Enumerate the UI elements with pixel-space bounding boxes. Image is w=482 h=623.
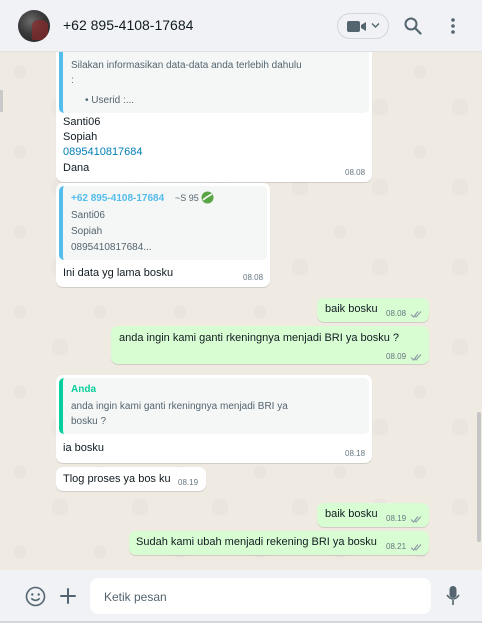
- read-ticks-icon: [410, 311, 422, 318]
- video-call-button[interactable]: [337, 13, 389, 39]
- quoted-message[interactable]: Anda anda ingin kami ganti rkeningnya me…: [59, 378, 369, 434]
- message-time: 08.21: [386, 542, 407, 551]
- sticker-icon: [201, 191, 214, 204]
- outgoing-message[interactable]: baik bosku 08.08: [317, 298, 429, 322]
- scroll-marker: [0, 90, 3, 112]
- contact-name[interactable]: +62 895-4108-17684: [63, 17, 193, 33]
- message-time: 08.08: [386, 309, 407, 318]
- message-time: 08.08: [243, 273, 264, 282]
- message-text: ia bosku: [63, 442, 104, 454]
- chevron-down-icon: [371, 23, 380, 28]
- message-time: 08.19: [386, 514, 407, 523]
- message-text: Ini data yg lama bosku: [63, 267, 174, 279]
- message-time: 08.19: [178, 478, 199, 487]
- outgoing-message[interactable]: Sudah kami ubah menjadi rekening BRI ya …: [129, 531, 429, 555]
- contact-avatar[interactable]: [18, 10, 50, 42]
- phone-link[interactable]: 0895410817684: [63, 146, 143, 158]
- search-icon[interactable]: [404, 17, 422, 35]
- quote-text: • Userid :...: [85, 95, 135, 106]
- read-ticks-icon: [410, 544, 422, 551]
- message-text: Dana: [63, 162, 90, 174]
- message-text: Sudah kami ubah menjadi rekening BRI ya …: [136, 536, 377, 548]
- emoji-icon[interactable]: [25, 586, 46, 607]
- message-time: 08.09: [386, 352, 407, 361]
- message-input[interactable]: [102, 587, 406, 607]
- scroll-thumb[interactable]: [477, 412, 481, 542]
- quote-author: Anda: [71, 384, 96, 395]
- chat-header: +62 895-4108-17684: [0, 0, 482, 52]
- quote-text: Silakan informasikan data-data anda terl…: [71, 60, 302, 71]
- outgoing-message[interactable]: baik bosku 08.19: [317, 503, 429, 527]
- microphone-icon[interactable]: [446, 585, 460, 607]
- quote-text: anda ingin kami ganti rkeningnya menjadi…: [71, 401, 288, 412]
- quoted-message[interactable]: +62 895-4108-17684 ~S 95 Santi06 Sopiah …: [59, 186, 267, 260]
- quote-text: Santi06: [71, 210, 105, 221]
- read-ticks-icon: [410, 354, 422, 361]
- message-time: 08.08: [345, 168, 366, 177]
- incoming-message[interactable]: Tlog proses ya bos ku 08.19: [56, 467, 206, 491]
- incoming-message[interactable]: +62 895-4108-17684 ~S 95 Santi06 Sopiah …: [56, 183, 270, 287]
- message-text: anda ingin kami ganti rkeningnya menjadi…: [119, 332, 400, 344]
- incoming-message[interactable]: Anda anda ingin kami ganti rkeningnya me…: [56, 375, 372, 463]
- chat-scrollbar[interactable]: [477, 52, 481, 570]
- quote-author-extra: ~S 95: [175, 193, 199, 203]
- quote-author: +62 895-4108-17684: [71, 193, 165, 204]
- video-call-icon: [347, 21, 366, 32]
- message-time: 08.18: [345, 449, 366, 458]
- message-text: Sopiah: [63, 131, 98, 143]
- message-text: baik bosku: [325, 303, 378, 315]
- message-text: Santi06: [63, 116, 101, 128]
- incoming-message[interactable]: Silakan informasikan data-data anda terl…: [56, 52, 372, 182]
- menu-icon[interactable]: [447, 17, 459, 35]
- quoted-message[interactable]: Silakan informasikan data-data anda terl…: [59, 52, 369, 113]
- plus-icon[interactable]: [60, 588, 76, 604]
- outgoing-message[interactable]: anda ingin kami ganti rkeningnya menjadi…: [111, 326, 429, 364]
- quote-text: Sopiah: [71, 226, 103, 237]
- message-text: baik bosku: [325, 508, 378, 520]
- quote-text: 0895410817684...: [71, 242, 152, 253]
- read-ticks-icon: [410, 516, 422, 523]
- composer-bar: [0, 570, 482, 623]
- message-text: Tlog proses ya bos ku: [63, 473, 171, 485]
- quote-text: :: [71, 75, 74, 86]
- quote-text: bosku ?: [71, 416, 107, 427]
- message-input-box[interactable]: [90, 578, 431, 614]
- chat-area[interactable]: Silakan informasikan data-data anda terl…: [0, 52, 482, 570]
